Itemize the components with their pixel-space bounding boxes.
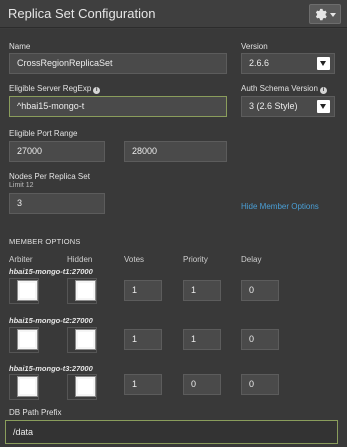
auth-schema-version-value: 3 (2.6 Style) — [249, 101, 298, 111]
port-range-from-input[interactable]: 27000 — [9, 141, 105, 162]
member-host-label: hbai15-mongo-t1:27000 — [9, 267, 93, 276]
delay-input[interactable]: 0 — [241, 374, 279, 395]
auth-schema-version-label: Auth Schema Version i — [241, 84, 327, 94]
hide-member-options-link[interactable]: Hide Member Options — [241, 202, 319, 211]
column-header-hidden: Hidden — [67, 255, 93, 264]
auth-schema-version-select[interactable]: 3 (2.6 Style) — [241, 96, 335, 117]
dialog-header: Replica Set Configuration — [0, 0, 347, 28]
port-range-to-input[interactable]: 28000 — [124, 141, 227, 162]
eligible-server-regexp-input[interactable]: ^hbai15-mongo-t — [9, 96, 227, 117]
chevron-down-icon[interactable] — [317, 57, 330, 70]
nodes-limit-text: Limit 12 — [9, 182, 34, 189]
info-icon[interactable]: i — [93, 87, 101, 94]
priority-input[interactable]: 0 — [183, 374, 221, 395]
column-header-arbiter: Arbiter — [9, 255, 33, 264]
name-label: Name — [9, 42, 31, 51]
column-header-votes: Votes — [124, 255, 145, 264]
eligible-server-regexp-label: Eligible Server RegExp i — [9, 84, 101, 94]
hidden-checkbox[interactable] — [75, 376, 96, 397]
chevron-down-icon[interactable] — [317, 100, 330, 113]
votes-input[interactable]: 1 — [124, 329, 162, 350]
column-header-delay: Delay — [241, 255, 262, 264]
nodes-per-replica-set-input[interactable]: 3 — [9, 193, 105, 214]
member-options-heading: MEMBER OPTIONS — [9, 237, 81, 246]
member-host-label: hbai15-mongo-t3:27000 — [9, 364, 93, 373]
arbiter-checkbox[interactable] — [17, 376, 38, 397]
hidden-checkbox[interactable] — [75, 329, 96, 350]
settings-menu-button[interactable] — [309, 4, 341, 24]
dialog-title: Replica Set Configuration — [8, 6, 156, 21]
chevron-down-icon — [330, 13, 336, 17]
member-host-label: hbai15-mongo-t2:27000 — [9, 316, 93, 325]
votes-input[interactable]: 1 — [124, 374, 162, 395]
auth-schema-version-text: Auth Schema Version — [241, 84, 318, 93]
priority-input[interactable]: 1 — [183, 329, 221, 350]
arbiter-checkbox[interactable] — [17, 329, 38, 350]
votes-input[interactable]: 1 — [124, 280, 162, 301]
priority-input[interactable]: 1 — [183, 280, 221, 301]
version-value: 2.6.6 — [249, 58, 270, 68]
info-icon[interactable]: i — [319, 87, 327, 94]
eligible-port-range-label: Eligible Port Range — [9, 129, 78, 138]
gear-icon — [315, 8, 327, 21]
column-header-priority: Priority — [183, 255, 208, 264]
db-path-prefix-label: DB Path Prefix — [9, 408, 62, 417]
config-panel: Name CrossRegionReplicaSet Version 2.6.6… — [0, 29, 347, 447]
version-label: Version — [241, 42, 268, 51]
version-select[interactable]: 2.6.6 — [241, 53, 335, 74]
delay-input[interactable]: 0 — [241, 280, 279, 301]
db-path-prefix-input[interactable]: /data — [5, 420, 338, 444]
delay-input[interactable]: 0 — [241, 329, 279, 350]
hidden-checkbox[interactable] — [75, 280, 96, 301]
nodes-per-replica-set-label: Nodes Per Replica Set — [9, 172, 90, 181]
eligible-server-regexp-text: Eligible Server RegExp — [9, 84, 92, 93]
arbiter-checkbox[interactable] — [17, 280, 38, 301]
name-input[interactable]: CrossRegionReplicaSet — [9, 53, 227, 74]
